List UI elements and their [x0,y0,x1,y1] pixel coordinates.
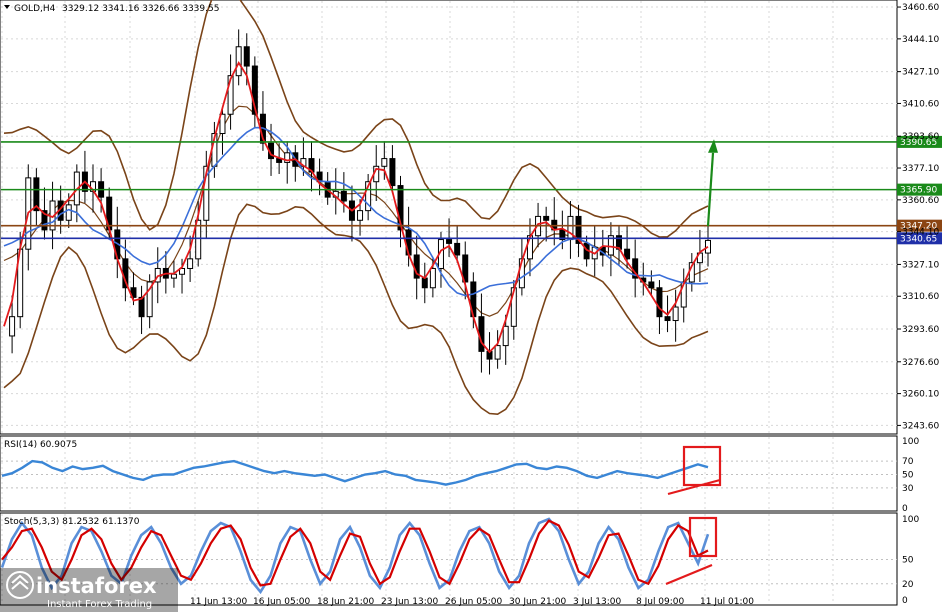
x-tick-label: 8 Jul 09:00 [636,597,685,607]
candle-body [648,281,655,289]
x-tick-label: 11 Jun 13:00 [190,597,247,607]
y-tick-label: 3243.60 [902,421,939,431]
rsi-title: RSI(14) 60.9075 [4,440,77,450]
x-tick-label: 26 Jun 05:00 [445,597,502,607]
y-tick-label: 3377.10 [902,164,939,174]
y-tick-label: 3310.60 [902,292,939,302]
stoch-y-tick-label: 0 [902,596,908,606]
x-tick-label: 18 Jun 21:00 [317,597,374,607]
y-axis: 3460.60 3444.10 3427.10 3410.60 3393.60 3377.… [897,3,939,606]
logo-tagline: Instant Forex Trading [47,599,152,610]
chart-canvas: 3390.653365.903347.203340.65 3460.603444… [0,0,942,612]
rsi-y-tick-label: 50 [902,471,914,481]
stoch-y-tick-label: 20 [902,580,914,590]
level-label: 3365.90 [900,186,937,196]
candle-body [421,277,428,289]
chart-symbol: GOLD,H4 [14,4,56,14]
y-tick-label: 3410.60 [902,99,939,109]
candle-body [381,158,388,167]
x-tick-label: 11 Jul 01:00 [700,597,754,607]
x-tick-label: 16 Jun 05:00 [253,597,310,607]
candle-body [494,345,501,360]
ohlc-readout: 3329.12 3341.16 3326.66 3339.55 [62,4,219,14]
candle-body [243,46,250,67]
y-tick-label: 3444.10 [902,35,939,45]
candle-body [389,158,396,187]
x-tick-label: 3 Jul 13:00 [573,597,622,607]
y-tick-label: 3260.10 [902,390,939,400]
candle-body [567,215,574,241]
y-tick-label: 3360.60 [902,196,939,206]
candle-body [656,287,663,318]
rsi-panel [0,435,898,512]
candle-body [9,316,16,337]
rsi-y-tick-label: 30 [902,484,914,494]
y-tick-label: 3327.10 [902,260,939,270]
candle-body [138,296,145,318]
y-tick-label: 3393.60 [902,132,939,142]
candle-body [340,190,347,202]
x-axis: 11 Jun 13:00 16 Jun 05:00 18 Jun 21:00 23 J… [190,597,754,607]
candle-body [446,239,453,244]
y-tick-label: 3276.60 [902,358,939,368]
stoch-y-tick-label: 50 [902,556,914,566]
x-tick-label: 30 Jun 21:00 [509,597,566,607]
candle-body [664,316,671,322]
candle-body [502,325,509,347]
x-tick-label: 23 Jun 13:00 [381,597,438,607]
y-tick-label: 3344.10 [902,228,939,238]
stoch-y-tick-label: 100 [902,515,919,525]
y-tick-label: 3460.60 [902,3,939,13]
y-tick-label: 3427.10 [902,68,939,78]
candle-body [454,242,461,256]
candle-body [187,258,194,269]
instaforex-logo: instaforex Instant Forex Trading [0,568,178,612]
rsi-y-tick-label: 70 [902,457,914,467]
candle-body [170,273,177,279]
rsi-y-tick-label: 0 [902,504,908,514]
candle-body [672,306,679,322]
candle-body [429,267,436,289]
candle-body [357,210,364,221]
candle-body [543,215,550,221]
candle-body [65,204,72,221]
logo-brand: instaforex [36,574,157,598]
stoch-title: Stoch(5,3,3) 81.2532 61.1370 [4,517,140,527]
rsi-y-tick-label: 100 [902,437,919,447]
price-panel [0,0,898,435]
y-tick-label: 3293.60 [902,325,939,335]
